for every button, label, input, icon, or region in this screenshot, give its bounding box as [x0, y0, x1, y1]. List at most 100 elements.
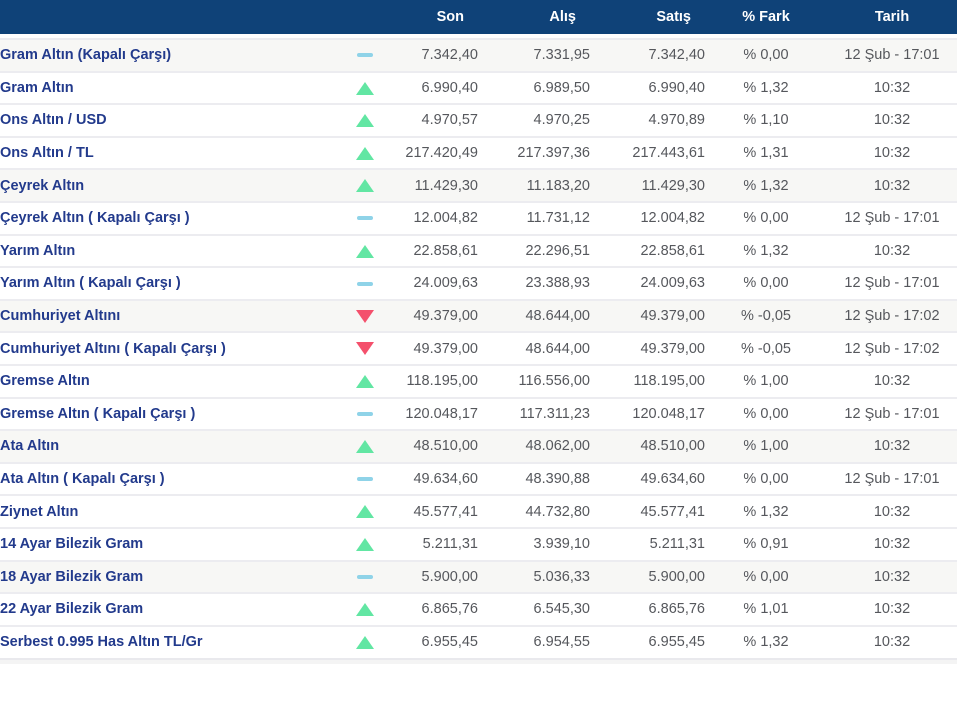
tarih-value: 10:32 [827, 429, 957, 463]
fark-value: % 1,01 [705, 592, 827, 626]
trend-up-icon [356, 81, 374, 95]
trend-cell [340, 70, 390, 105]
table-row: 18 Ayar Bilezik Gram 5.900,00 5.036,33 5… [0, 559, 957, 594]
table-row: Yarım Altın ( Kapalı Çarşı ) 24.009,63 2… [0, 266, 957, 300]
son-value: 12.004,82 [390, 200, 478, 235]
instrument-name[interactable]: Ata Altın [0, 429, 340, 463]
instrument-name[interactable]: 22 Ayar Bilezik Gram [0, 592, 340, 626]
satis-value: 5.211,31 [590, 526, 705, 561]
instrument-name[interactable]: Ata Altın ( Kapalı Çarşı ) [0, 461, 340, 496]
table-row: Çeyrek Altın 11.429,30 11.183,20 11.429,… [0, 168, 957, 202]
satis-value: 7.342,40 [590, 38, 705, 72]
instrument-name[interactable]: Çeyrek Altın ( Kapalı Çarşı ) [0, 200, 340, 235]
son-value: 120.048,17 [390, 396, 478, 431]
trend-up-icon [356, 179, 374, 193]
tarih-value: 10:32 [827, 135, 957, 170]
tarih-value: 10:32 [827, 559, 957, 594]
trend-up-icon [356, 505, 374, 519]
instrument-name[interactable]: Çeyrek Altın [0, 168, 340, 202]
trend-cell [340, 526, 390, 561]
fark-value: % 1,32 [705, 70, 827, 105]
son-value: 22.858,61 [390, 233, 478, 268]
table-row: Ons Altın / TL 217.420,49 217.397,36 217… [0, 135, 957, 170]
table-row: Yarım Altın 22.858,61 22.296,51 22.858,6… [0, 233, 957, 268]
son-value: 49.634,60 [390, 461, 478, 496]
alis-value: 5.036,33 [478, 559, 590, 594]
trend-flat-icon [357, 53, 373, 58]
trend-cell [340, 266, 390, 300]
fark-value: % 1,32 [705, 233, 827, 268]
son-value: 217.420,49 [390, 135, 478, 170]
trend-cell [340, 38, 390, 72]
son-value: 48.510,00 [390, 429, 478, 463]
table-row: Gremse Altın ( Kapalı Çarşı ) 120.048,17… [0, 396, 957, 431]
trend-cell [340, 363, 390, 398]
instrument-name[interactable]: Yarım Altın ( Kapalı Çarşı ) [0, 266, 340, 300]
tarih-value: 10:32 [827, 526, 957, 561]
alis-value: 7.331,95 [478, 38, 590, 72]
trend-cell [340, 135, 390, 170]
son-value: 5.900,00 [390, 559, 478, 594]
satis-value: 48.510,00 [590, 429, 705, 463]
satis-value: 24.009,63 [590, 266, 705, 300]
son-value: 6.990,40 [390, 70, 478, 105]
instrument-name[interactable]: Gremse Altın [0, 363, 340, 398]
trend-cell [340, 592, 390, 626]
instrument-name[interactable]: Gremse Altın ( Kapalı Çarşı ) [0, 396, 340, 431]
tarih-value: 10:32 [827, 494, 957, 528]
alis-value: 48.644,00 [478, 298, 590, 333]
instrument-name[interactable]: Cumhuriyet Altını [0, 298, 340, 333]
instrument-name[interactable]: Yarım Altın [0, 233, 340, 268]
table-row: Cumhuriyet Altını ( Kapalı Çarşı ) 49.37… [0, 331, 957, 365]
instrument-name[interactable]: Ziynet Altın [0, 494, 340, 528]
tarih-value: 10:32 [827, 70, 957, 105]
alis-value: 11.183,20 [478, 168, 590, 202]
table-row: Çeyrek Altın ( Kapalı Çarşı ) 12.004,82 … [0, 200, 957, 235]
fark-value: % 1,32 [705, 494, 827, 528]
column-header-son: Son [390, 0, 478, 34]
alis-value: 22.296,51 [478, 233, 590, 268]
tarih-value: 12 Şub - 17:01 [827, 266, 957, 300]
instrument-name[interactable]: 18 Ayar Bilezik Gram [0, 559, 340, 594]
trend-up-icon [356, 146, 374, 160]
tarih-value: 10:32 [827, 363, 957, 398]
trend-cell [340, 233, 390, 268]
column-header-satis: Satış [590, 0, 705, 34]
son-value: 118.195,00 [390, 363, 478, 398]
son-value: 5.211,31 [390, 526, 478, 561]
alis-value: 6.954,55 [478, 624, 590, 659]
table-row: Gram Altın 6.990,40 6.989,50 6.990,40 % … [0, 70, 957, 105]
son-value: 45.577,41 [390, 494, 478, 528]
instrument-name[interactable]: Ons Altın / TL [0, 135, 340, 170]
satis-value: 6.990,40 [590, 70, 705, 105]
satis-value: 217.443,61 [590, 135, 705, 170]
instrument-name[interactable]: Serbest 0.995 Has Altın TL/Gr [0, 624, 340, 659]
alis-value: 23.388,93 [478, 266, 590, 300]
tarih-value: 10:32 [827, 103, 957, 137]
tarih-value: 10:32 [827, 168, 957, 202]
trend-up-icon [356, 636, 374, 650]
instrument-name[interactable]: 14 Ayar Bilezik Gram [0, 526, 340, 561]
trend-cell [340, 168, 390, 202]
fark-value: % 1,00 [705, 429, 827, 463]
satis-value: 49.379,00 [590, 298, 705, 333]
table-row: Ata Altın ( Kapalı Çarşı ) 49.634,60 48.… [0, 461, 957, 496]
satis-value: 45.577,41 [590, 494, 705, 528]
satis-value: 49.379,00 [590, 331, 705, 365]
fark-value: % 1,10 [705, 103, 827, 137]
trend-cell [340, 624, 390, 659]
table-row: Ons Altın / USD 4.970,57 4.970,25 4.970,… [0, 103, 957, 137]
fark-value: % -0,05 [705, 298, 827, 333]
trend-flat-icon [357, 216, 373, 221]
trend-up-icon [356, 114, 374, 128]
trend-cell [340, 461, 390, 496]
instrument-name[interactable]: Gram Altın (Kapalı Çarşı) [0, 38, 340, 72]
trend-flat-icon [357, 574, 373, 579]
fark-value: % 0,00 [705, 396, 827, 431]
instrument-name[interactable]: Ons Altın / USD [0, 103, 340, 137]
fark-value: % 1,31 [705, 135, 827, 170]
satis-value: 6.955,45 [590, 624, 705, 659]
tarih-value: 12 Şub - 17:02 [827, 298, 957, 333]
instrument-name[interactable]: Gram Altın [0, 70, 340, 105]
instrument-name[interactable]: Cumhuriyet Altını ( Kapalı Çarşı ) [0, 331, 340, 365]
